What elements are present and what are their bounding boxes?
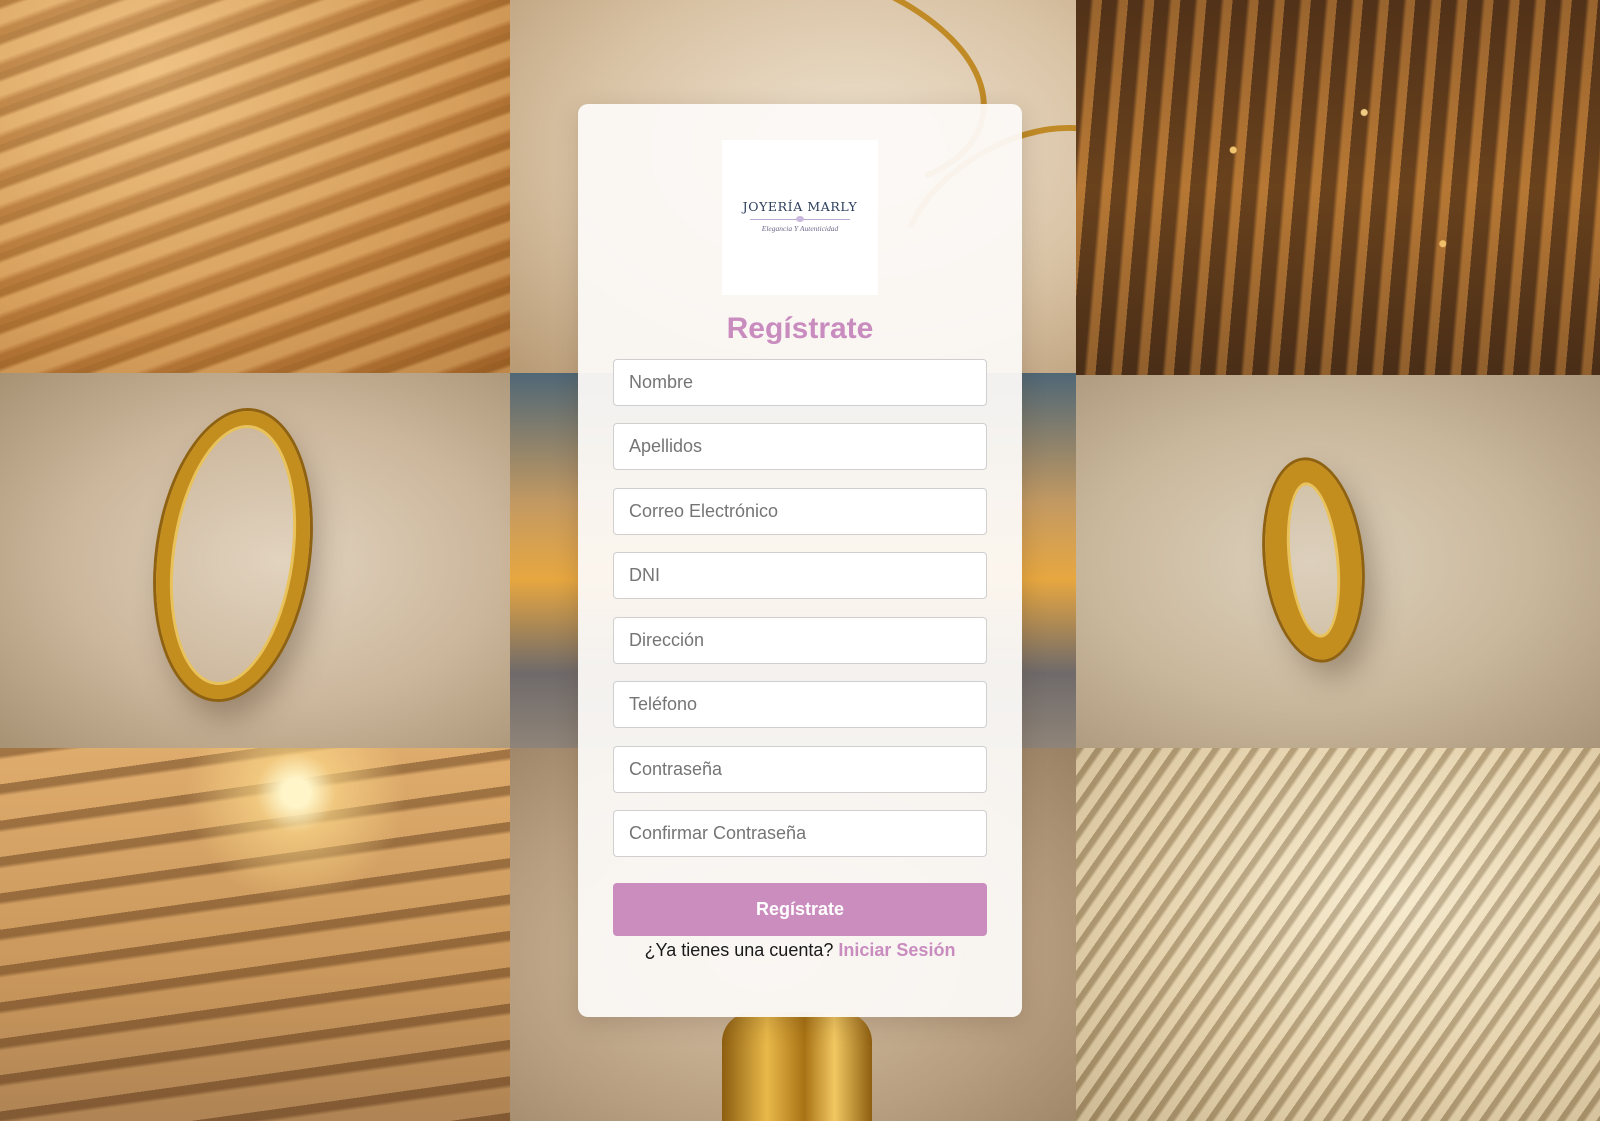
password-input[interactable] [613, 746, 987, 793]
apellidos-input[interactable] [613, 423, 987, 470]
dni-input[interactable] [613, 552, 987, 599]
gold-ring [1255, 455, 1372, 665]
gold-ring-wood-image [0, 373, 510, 748]
direccion-input[interactable] [613, 617, 987, 664]
nombre-input[interactable] [613, 359, 987, 406]
sunlight-blinds-image [0, 748, 510, 1121]
login-link[interactable]: Iniciar Sesión [838, 940, 955, 960]
brand-tagline: Elegancia Y Autenticidad [761, 223, 839, 233]
palm-shadow-image [1076, 748, 1600, 1121]
sand-dunes-image [0, 0, 510, 373]
logo-divider [750, 215, 850, 222]
register-button[interactable]: Regístrate [613, 883, 987, 936]
telefono-input[interactable] [613, 681, 987, 728]
gold-jewel [722, 1012, 872, 1121]
brand-logo: JOYERÍA MARLY Elegancia Y Autenticidad [722, 140, 878, 295]
brand-name: JOYERÍA MARLY [742, 198, 858, 214]
page-title: Regístrate [726, 312, 874, 345]
confirm-password-input[interactable] [613, 810, 987, 857]
email-input[interactable] [613, 488, 987, 535]
gold-ring-linen-image [1076, 375, 1600, 748]
login-prompt-line: ¿Ya tienes una cuenta? Iniciar Sesión [578, 940, 1022, 961]
register-card: JOYERÍA MARLY Elegancia Y Autenticidad R… [578, 104, 1022, 1017]
login-prompt-text: ¿Ya tienes una cuenta? [644, 940, 834, 960]
gold-ring [138, 400, 328, 710]
glittering-water-image [1076, 0, 1600, 375]
